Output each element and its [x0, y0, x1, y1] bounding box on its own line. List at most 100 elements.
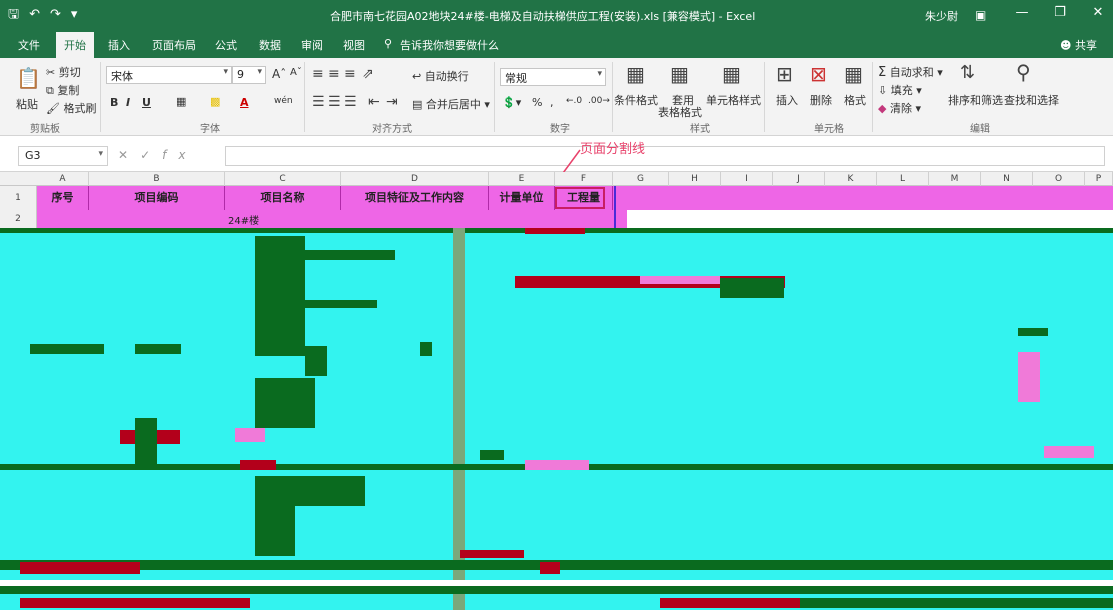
column-header[interactable]: K	[825, 172, 877, 186]
align-left-icon[interactable]: ☰	[312, 94, 325, 110]
undo-icon[interactable]: ↶	[29, 6, 40, 24]
conditional-format-icon[interactable]: ▦	[626, 62, 645, 86]
delete-cells-icon[interactable]: ⊠	[810, 62, 827, 86]
percent-button[interactable]: %	[532, 96, 542, 109]
tab-page-layout[interactable]: 页面布局	[152, 37, 196, 53]
column-header[interactable]: G	[613, 172, 669, 186]
ribbon-display-options-icon[interactable]: ▣	[975, 8, 986, 22]
tab-home[interactable]: 开始	[56, 32, 94, 58]
font-color-button[interactable]: A	[240, 96, 249, 109]
header-cell-seq[interactable]: 序号	[37, 186, 89, 210]
increase-font-icon[interactable]: Aˆ	[272, 67, 286, 81]
share-button[interactable]: ☻ 共享	[1060, 37, 1097, 53]
font-name-select[interactable]: 宋体 ▾	[106, 66, 232, 84]
copy-button[interactable]: ⧉ 复制	[46, 82, 79, 98]
number-format-select[interactable]: 常规 ▾	[500, 68, 606, 86]
decrease-decimal-icon[interactable]: .00→	[588, 96, 610, 106]
column-header[interactable]: P	[1085, 172, 1113, 186]
header-cell-code[interactable]: 项目编码	[89, 186, 225, 210]
sort-filter-button[interactable]: 排序和筛选	[948, 92, 1003, 108]
borders-icon[interactable]: ▦	[176, 95, 186, 108]
minimize-icon[interactable]: —	[1015, 5, 1029, 20]
tab-file[interactable]: 文件	[18, 37, 40, 53]
cell-c2[interactable]: 24#楼	[228, 212, 259, 227]
format-cells-button[interactable]: 格式	[844, 92, 866, 108]
tab-view[interactable]: 视图	[343, 37, 365, 53]
phonetic-button[interactable]: wén	[274, 96, 293, 106]
bold-button[interactable]: B	[110, 96, 118, 109]
row-header[interactable]: 2	[0, 210, 37, 228]
search-icon[interactable]: ⚲	[1016, 60, 1031, 84]
name-box[interactable]: G3 ▾	[18, 146, 108, 166]
header-cell-name[interactable]: 项目名称	[225, 186, 341, 210]
comma-button[interactable]: ,	[550, 96, 554, 109]
tell-me-icon[interactable]: ⚲	[384, 37, 392, 50]
paste-button[interactable]: 粘贴	[16, 96, 38, 112]
column-header[interactable]: B	[89, 172, 225, 186]
format-painter-button[interactable]: 🖌 格式刷	[46, 100, 96, 116]
cell-styles-button[interactable]: 单元格样式	[706, 92, 761, 108]
font-size-select[interactable]: 9 ▾	[232, 66, 266, 84]
column-header[interactable]: E	[489, 172, 555, 186]
cell-styles-icon[interactable]: ▦	[722, 62, 741, 86]
format-cells-icon[interactable]: ▦	[844, 62, 863, 86]
maximize-icon[interactable]: ❐	[1053, 5, 1067, 20]
cut-button[interactable]: ✂ 剪切	[46, 64, 81, 80]
column-header[interactable]: H	[669, 172, 721, 186]
row-header[interactable]: 1	[0, 186, 37, 210]
decrease-font-icon[interactable]: Aˇ	[290, 67, 302, 78]
header-cell-feature[interactable]: 项目特征及工作内容	[341, 186, 489, 210]
insert-function-icon[interactable]: fx	[162, 148, 197, 162]
column-header[interactable]: F	[555, 172, 613, 186]
column-header[interactable]: N	[981, 172, 1033, 186]
tab-data[interactable]: 数据	[259, 37, 281, 53]
formula-input[interactable]	[225, 146, 1105, 166]
align-bottom-icon[interactable]: ≡	[344, 66, 356, 82]
enter-icon[interactable]: ✓	[140, 148, 162, 162]
column-header[interactable]: J	[773, 172, 825, 186]
table-format-icon[interactable]: ▦	[670, 62, 689, 86]
tell-me-box[interactable]: 告诉我你想要做什么	[400, 37, 499, 53]
tab-formulas[interactable]: 公式	[215, 37, 237, 53]
save-icon[interactable]: 🖫	[8, 6, 19, 24]
italic-button[interactable]: I	[126, 96, 130, 109]
clear-button[interactable]: ◆ 清除 ▾	[878, 100, 921, 116]
conditional-format-button[interactable]: 条件格式	[614, 92, 658, 108]
wrap-text-button[interactable]: ↩ 自动换行	[412, 68, 469, 84]
redo-icon[interactable]: ↷	[50, 6, 61, 24]
align-right-icon[interactable]: ☰	[344, 94, 357, 110]
tab-insert[interactable]: 插入	[108, 37, 130, 53]
customize-qat-icon[interactable]: ▾	[71, 6, 78, 24]
align-middle-icon[interactable]: ≡	[328, 66, 340, 82]
column-header[interactable]: D	[341, 172, 489, 186]
column-header[interactable]: L	[877, 172, 929, 186]
insert-cells-icon[interactable]: ⊞	[776, 62, 793, 86]
underline-button[interactable]: U	[142, 96, 151, 109]
decrease-indent-icon[interactable]: ⇤	[368, 94, 380, 110]
find-select-button[interactable]: 查找和选择	[1004, 92, 1059, 108]
column-header[interactable]: O	[1033, 172, 1085, 186]
autosum-button[interactable]: Σ 自动求和 ▾	[878, 64, 943, 80]
merge-center-button[interactable]: ▤ 合并后居中 ▾	[412, 96, 490, 112]
sort-filter-icon[interactable]: ⇅	[960, 62, 975, 83]
accounting-format-icon[interactable]: 💲▾	[502, 96, 521, 109]
column-header[interactable]: M	[929, 172, 981, 186]
increase-indent-icon[interactable]: ⇥	[386, 94, 398, 110]
column-header[interactable]: A	[37, 172, 89, 186]
fill-color-icon[interactable]: ▩	[210, 95, 220, 108]
table-format-button-line2[interactable]: 表格格式	[658, 104, 702, 120]
paste-icon[interactable]: 📋	[16, 66, 41, 90]
column-header[interactable]: I	[721, 172, 773, 186]
cancel-icon[interactable]: ✕	[118, 148, 140, 162]
fill-button[interactable]: ⇩ 填充 ▾	[878, 82, 922, 98]
tab-review[interactable]: 审阅	[301, 37, 323, 53]
column-header[interactable]: C	[225, 172, 341, 186]
user-name[interactable]: 朱少尉	[925, 8, 958, 24]
align-center-icon[interactable]: ☰	[328, 94, 341, 110]
header-cell-unit[interactable]: 计量单位	[489, 186, 555, 210]
orientation-icon[interactable]: ⇗	[362, 66, 374, 82]
close-icon[interactable]: ✕	[1091, 5, 1105, 20]
insert-cells-button[interactable]: 插入	[776, 92, 798, 108]
delete-cells-button[interactable]: 删除	[810, 92, 832, 108]
align-top-icon[interactable]: ≡	[312, 66, 324, 82]
